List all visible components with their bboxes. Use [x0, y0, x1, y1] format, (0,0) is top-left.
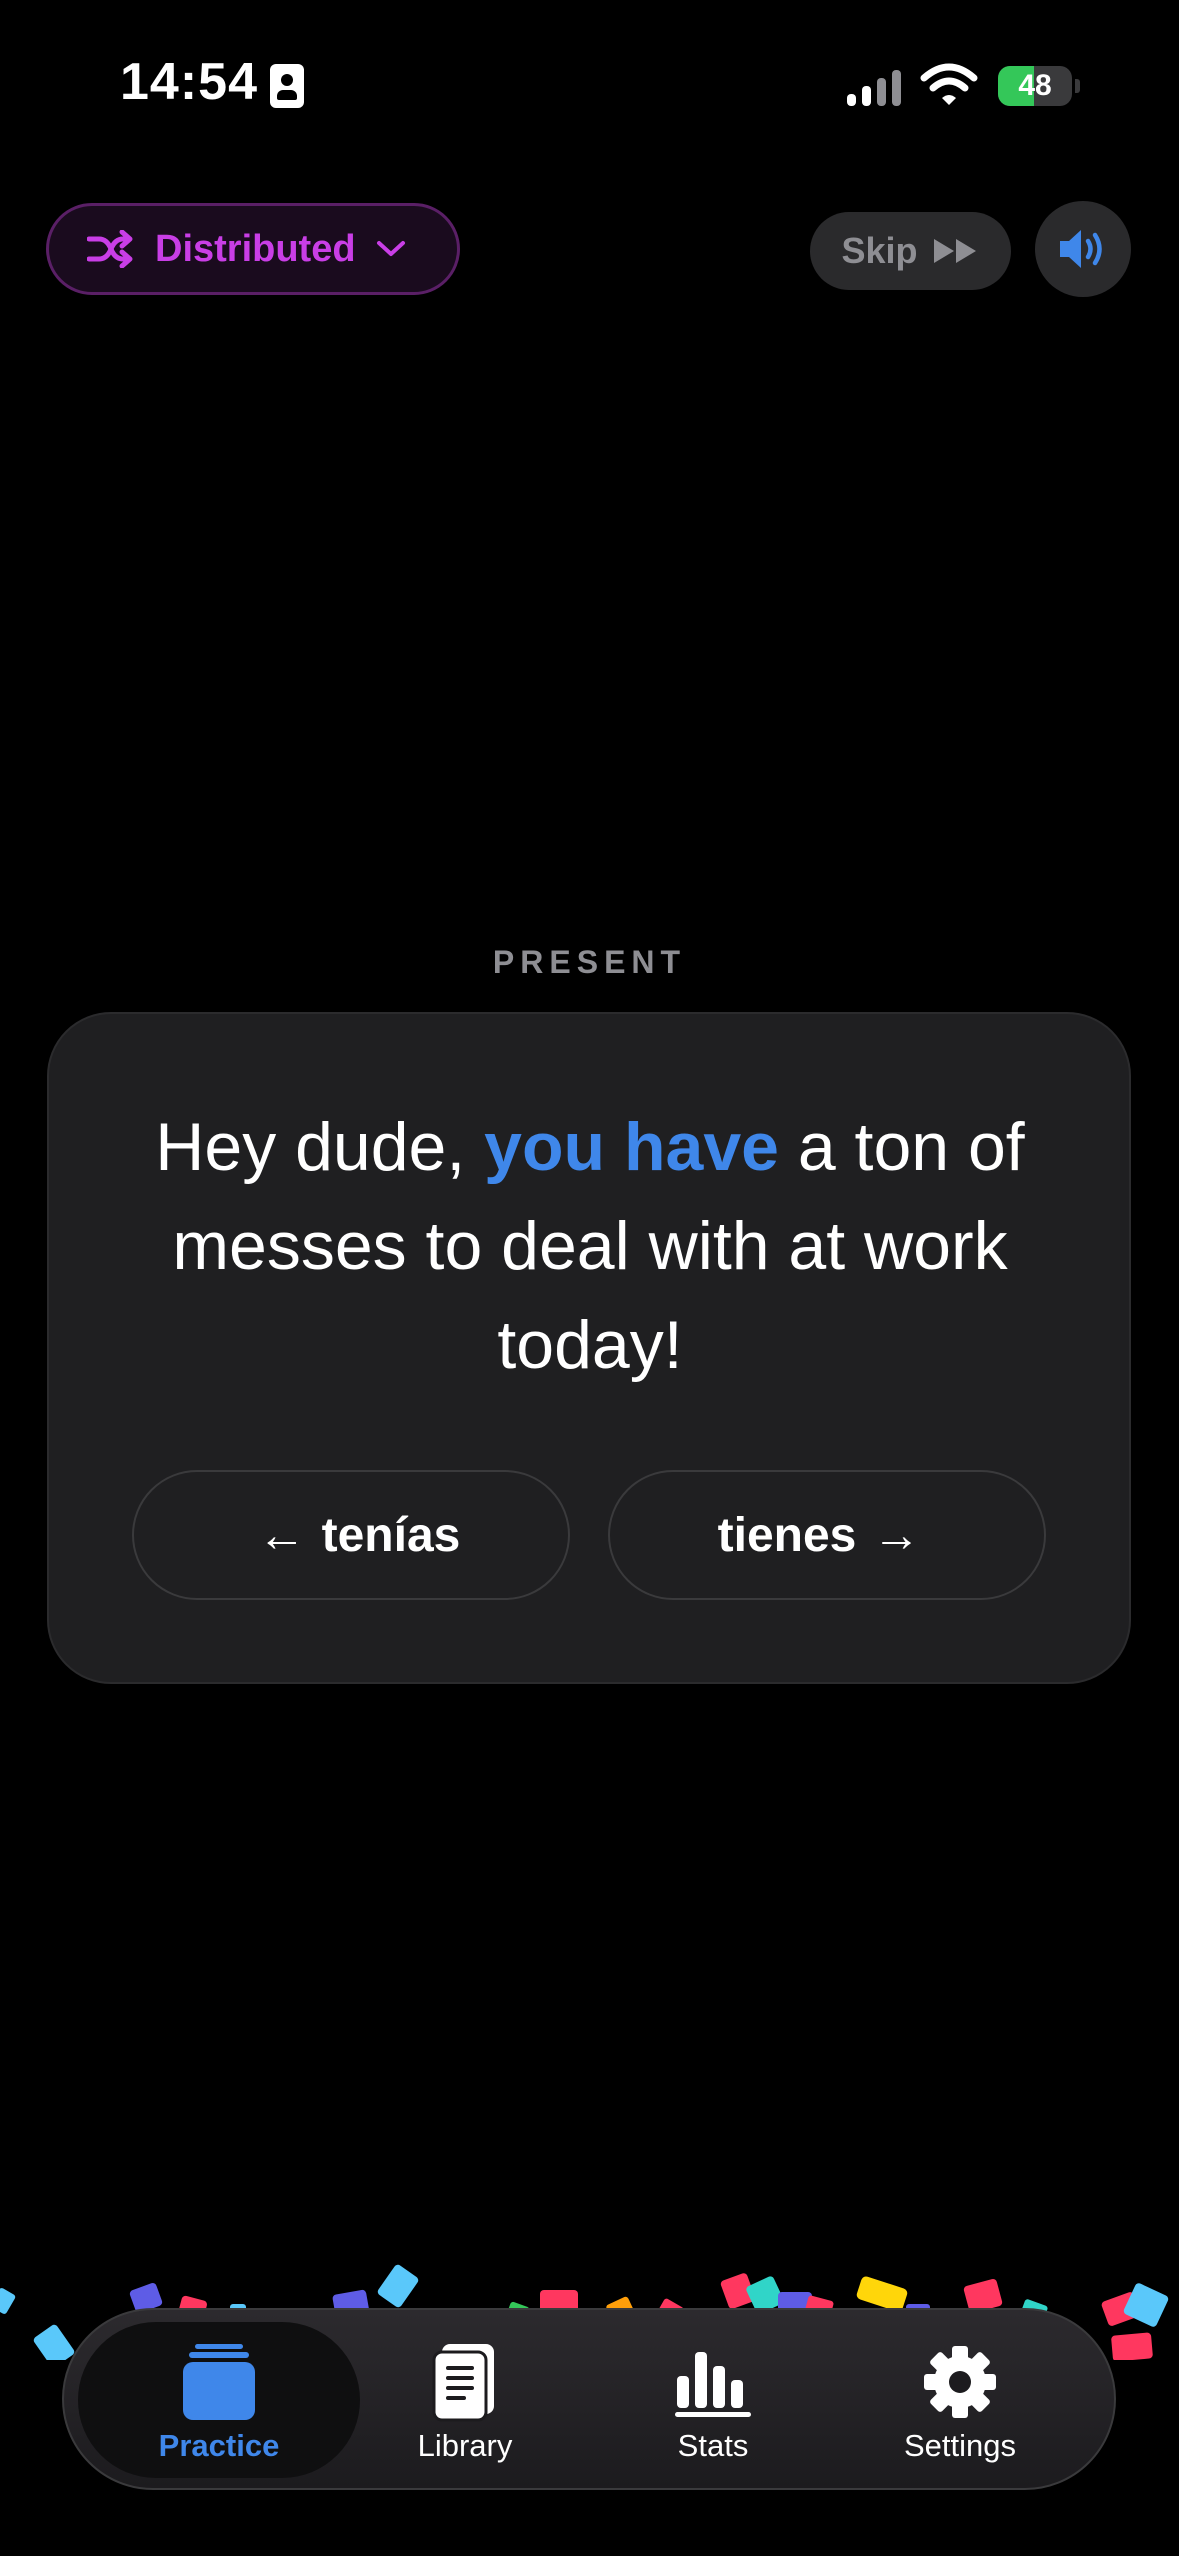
- sentence-highlight: you have: [484, 1109, 779, 1185]
- tab-library[interactable]: Library: [340, 2330, 590, 2480]
- practice-cards-icon: [183, 2344, 255, 2420]
- prompt-sentence: Hey dude, you have a ton of messes to de…: [120, 1098, 1060, 1395]
- gear-icon: [924, 2346, 996, 2418]
- mode-selector-button[interactable]: Distributed: [46, 203, 460, 295]
- arrow-right-icon: →: [872, 1508, 921, 1562]
- tab-label-stats: Stats: [677, 2428, 749, 2463]
- sound-toggle-button[interactable]: [1035, 201, 1131, 297]
- tab-label-practice: Practice: [158, 2428, 280, 2463]
- wifi-icon: [920, 63, 978, 105]
- tab-label-settings: Settings: [903, 2428, 1016, 2463]
- skip-label: Skip: [841, 230, 918, 271]
- answer-right-label: tienes: [717, 1508, 857, 1562]
- fast-forward-icon: [933, 239, 976, 263]
- battery-percent: 48: [1018, 69, 1052, 102]
- cellular-signal-icon: [847, 70, 901, 106]
- tab-practice[interactable]: Practice: [94, 2330, 344, 2480]
- library-book-icon: [432, 2344, 494, 2422]
- tab-stats[interactable]: Stats: [588, 2330, 838, 2480]
- arrow-left-icon: ←: [257, 1508, 306, 1562]
- stats-bars-icon: [675, 2352, 751, 2417]
- skip-button[interactable]: Skip: [810, 212, 1011, 290]
- shuffle-icon: [87, 230, 133, 268]
- tense-label: PRESENT: [492, 944, 687, 980]
- chevron-down-icon: [376, 241, 405, 256]
- status-time: 14:54: [120, 53, 258, 111]
- answer-left-label: tenías: [321, 1508, 461, 1562]
- mode-label: Distributed: [155, 227, 356, 270]
- battery-charging-icon: 48: [998, 66, 1080, 106]
- speaker-icon: [1060, 230, 1102, 268]
- id-card-icon: [270, 64, 304, 108]
- answer-right-button[interactable]: tienes →: [608, 1470, 1046, 1600]
- tab-label-library: Library: [417, 2428, 513, 2463]
- sentence-start: Hey dude,: [155, 1109, 485, 1185]
- tab-settings[interactable]: Settings: [835, 2330, 1085, 2480]
- answer-left-button[interactable]: ← tenías: [132, 1470, 570, 1600]
